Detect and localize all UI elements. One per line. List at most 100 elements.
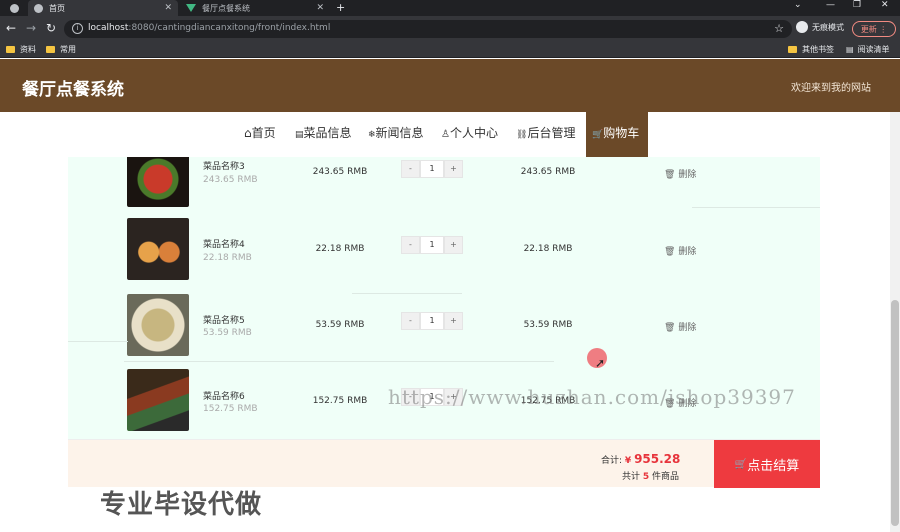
tab-title: 餐厅点餐系统 <box>202 3 250 13</box>
row-divider <box>124 361 554 362</box>
nav-news[interactable]: ❄新闻信息 <box>368 112 424 157</box>
link-icon: ⛓ <box>516 130 528 140</box>
user-icon: ♙ <box>441 129 450 140</box>
star-icon[interactable]: ☆ <box>774 22 784 35</box>
quantity-stepper: - 1 + <box>401 312 463 330</box>
incognito-icon <box>796 21 808 33</box>
dish-name[interactable]: 菜品名称6 <box>203 389 245 402</box>
increment-button[interactable]: + <box>444 236 463 254</box>
close-icon[interactable]: ✕ <box>164 3 172 13</box>
dish-name[interactable]: 菜品名称3 <box>203 159 245 172</box>
cart-row: 菜品名称4 22.18 RMB 22.18 RMB - 1 + 22.18 RM… <box>68 213 820 289</box>
news-icon: ❄ <box>368 130 376 140</box>
back-icon[interactable]: ← <box>6 21 16 35</box>
bookmark-folder[interactable]: 其他书签 <box>788 44 834 55</box>
decrement-button[interactable]: - <box>401 312 420 330</box>
globe-icon <box>10 3 19 13</box>
dish-name[interactable]: 菜品名称4 <box>203 237 245 250</box>
reload-icon[interactable]: ↻ <box>46 21 56 35</box>
incognito-indicator[interactable]: 无痕模式 <box>796 21 844 33</box>
nav-home[interactable]: ⌂首页 <box>244 112 276 157</box>
cart-icon: 🛒 <box>592 130 604 140</box>
increment-button[interactable]: + <box>444 312 463 330</box>
browser-tab-app[interactable]: 餐厅点餐系统 ✕ <box>180 0 330 16</box>
dish-total: 22.18 RMB <box>523 244 573 254</box>
quantity-input[interactable]: 1 <box>420 160 444 178</box>
dish-name[interactable]: 菜品名称5 <box>203 313 245 326</box>
reading-list[interactable]: ▤ 阅读清单 <box>846 44 890 55</box>
cart-row: 菜品名称5 53.59 RMB 53.59 RMB - 1 + 53.59 RM… <box>68 289 820 365</box>
dish-image[interactable] <box>127 157 189 207</box>
bookmarks-bar: 资料 常用 其他书签 ▤ 阅读清单 <box>0 42 900 58</box>
minimize-icon[interactable]: — <box>826 0 835 10</box>
browser-toolbar: ← → ↻ i localhost:8080/cantingdiancanxit… <box>0 16 900 42</box>
dish-total: 243.65 RMB <box>520 167 576 177</box>
decrement-button[interactable]: - <box>401 236 420 254</box>
item-count: 共计 5 件商品 <box>622 472 680 482</box>
dish-price: 243.65 RMB <box>312 167 368 177</box>
browser-tab-pinned[interactable] <box>4 0 28 16</box>
total-amount: 合计: ¥ 955.28 <box>601 452 681 466</box>
info-icon[interactable]: i <box>72 23 83 34</box>
site-title: 餐厅点餐系统 <box>22 80 124 100</box>
tab-title: 首页 <box>49 3 65 13</box>
update-button[interactable]: 更新 ⋮ <box>852 21 896 37</box>
cart-row: 菜品名称3 243.65 RMB 243.65 RMB - 1 + 243.65… <box>68 157 820 213</box>
new-tab-button[interactable]: + <box>336 1 345 14</box>
dish-unit-price: 243.65 RMB <box>203 175 258 185</box>
dish-unit-price: 53.59 RMB <box>203 328 252 338</box>
site-header: 餐厅点餐系统 欢迎来到我的网站 <box>0 59 900 112</box>
dish-price: 152.75 RMB <box>312 396 368 406</box>
dish-image[interactable] <box>127 369 189 431</box>
folder-icon <box>788 46 797 53</box>
trash-icon: 🗑 <box>664 323 676 333</box>
increment-button[interactable]: + <box>444 160 463 178</box>
trash-icon: 🗑 <box>664 170 676 180</box>
forward-icon[interactable]: → <box>26 21 36 35</box>
decrement-button[interactable]: - <box>401 160 420 178</box>
trash-icon: 🗑 <box>664 247 676 257</box>
menu-icon: ▤ <box>295 130 304 140</box>
cart-list: 菜品名称3 243.65 RMB 243.65 RMB - 1 + 243.65… <box>68 157 820 487</box>
nav-profile[interactable]: ♙个人中心 <box>441 112 498 157</box>
dish-price: 53.59 RMB <box>315 320 365 330</box>
row-divider <box>692 207 820 208</box>
bookmark-folder[interactable]: 资料 <box>6 44 36 55</box>
bookmark-folder[interactable]: 常用 <box>46 44 76 55</box>
checkout-button[interactable]: 🛒 点击结算 <box>714 440 820 488</box>
nav-admin[interactable]: ⛓后台管理 <box>516 112 575 157</box>
dish-price: 22.18 RMB <box>315 244 365 254</box>
promo-banner: 专业毕设代做 <box>100 490 263 520</box>
globe-icon <box>34 3 43 13</box>
scrollbar-thumb[interactable] <box>891 300 899 526</box>
tab-search-icon[interactable]: ⌄ <box>794 0 802 10</box>
row-divider <box>68 341 128 342</box>
quantity-input[interactable]: 1 <box>420 312 444 330</box>
address-bar[interactable]: i localhost:8080/cantingdiancanxitong/fr… <box>64 20 792 38</box>
reading-list-icon: ▤ <box>846 45 854 54</box>
vue-icon <box>186 4 196 12</box>
browser-tab-home[interactable]: 首页 ✕ <box>28 0 178 16</box>
dish-image[interactable] <box>127 218 189 280</box>
welcome-text: 欢迎来到我的网站 <box>791 83 871 94</box>
delete-button[interactable]: 🗑 删除 <box>664 244 696 257</box>
dish-unit-price: 22.18 RMB <box>203 253 252 263</box>
dish-image[interactable] <box>127 294 189 356</box>
quantity-input[interactable]: 1 <box>420 236 444 254</box>
close-icon[interactable]: ✕ <box>316 3 324 13</box>
folder-icon <box>46 46 55 53</box>
watermark-text: https://www.huzhan.com/ishop39397 <box>388 385 796 409</box>
mouse-cursor-icon: ➚ <box>595 356 606 370</box>
dish-total: 53.59 RMB <box>523 320 573 330</box>
folder-icon <box>6 46 15 53</box>
home-icon: ⌂ <box>244 126 252 140</box>
quantity-stepper: - 1 + <box>401 160 463 178</box>
url-text[interactable]: localhost:8080/cantingdiancanxitong/fron… <box>88 23 330 33</box>
nav-cart[interactable]: 🛒购物车 <box>586 112 648 157</box>
main-nav: ⌂首页 ▤菜品信息 ❄新闻信息 ♙个人中心 ⛓后台管理 🛒购物车 <box>0 112 900 157</box>
delete-button[interactable]: 🗑 删除 <box>664 167 696 180</box>
window-close-icon[interactable]: ✕ <box>881 0 889 10</box>
restore-icon[interactable]: ❐ <box>853 0 861 10</box>
nav-dishes[interactable]: ▤菜品信息 <box>295 112 352 157</box>
delete-button[interactable]: 🗑 删除 <box>664 320 696 333</box>
